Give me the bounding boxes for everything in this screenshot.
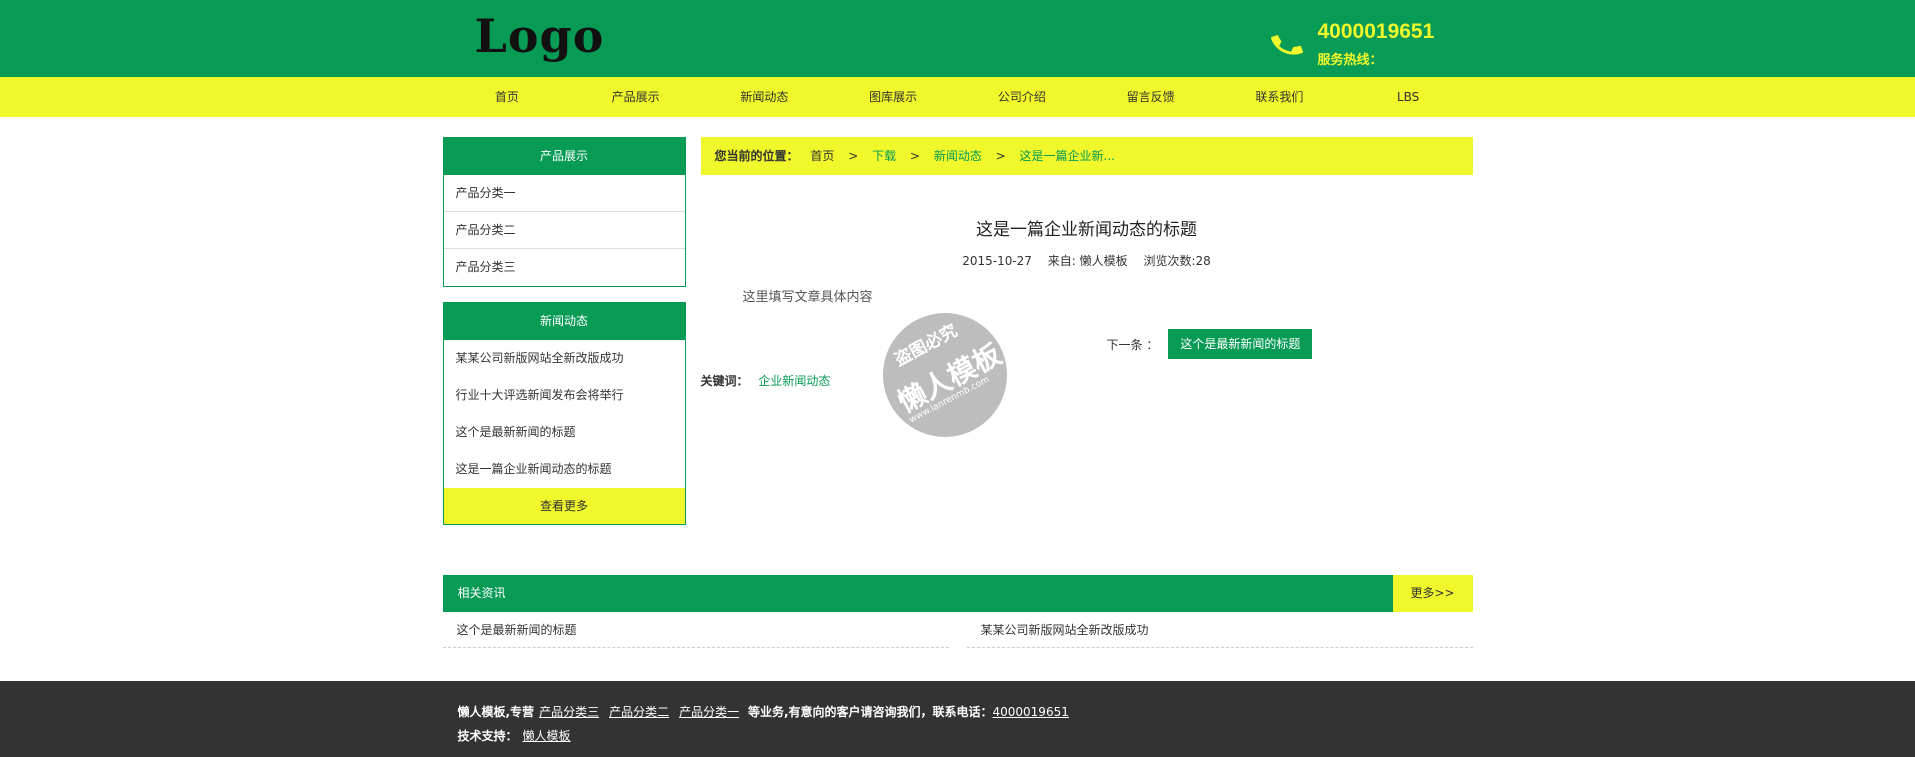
sidebar-news-title[interactable]: 新闻动态 — [443, 303, 685, 340]
sidebar-news-item[interactable]: 这个是最新新闻的标题 — [444, 414, 685, 451]
footer-support-link[interactable]: 懒人模板 — [523, 729, 571, 743]
related-news-item[interactable]: 某某公司新版网站全新改版成功 — [966, 612, 1473, 648]
sidebar-news-item[interactable]: 行业十大评选新闻发布会将举行 — [444, 377, 685, 414]
nav-item-products[interactable]: 产品展示 — [571, 77, 700, 117]
related-news-bar: 相关资讯 更多>> — [442, 575, 1473, 612]
footer-line2: 技术支持： 懒人模板 — [458, 724, 1473, 748]
footer-support-label: 技术支持： — [457, 729, 518, 743]
nav-item-lbs[interactable]: LBS — [1344, 77, 1473, 117]
phone-icon — [1270, 35, 1303, 55]
breadcrumb-separator: > — [848, 149, 859, 163]
site-footer: 懒人模板,专营 产品分类三 产品分类二 产品分类一 等业务,有意向的客户请咨询我们，联… — [0, 681, 1915, 757]
article-title: 这是一篇企业新闻动态的标题 — [976, 220, 1197, 240]
sidebar-products: 产品展示 产品分类一 产品分类二 产品分类三 — [442, 137, 686, 287]
keywords-label: 关键词： — [700, 374, 749, 388]
breadcrumb-home[interactable]: 首页 — [810, 149, 834, 163]
related-news-item[interactable]: 这个是最新新闻的标题 — [442, 612, 949, 648]
keyword-link[interactable]: 企业新闻动态 — [758, 374, 830, 388]
nav-item-contact[interactable]: 联系我们 — [1215, 77, 1344, 117]
related-news-list: 这个是最新新闻的标题 某某公司新版网站全新改版成功 — [442, 612, 1473, 648]
watermark-seal: 盗图必究 懒人模板 www.lanrenmb.com — [882, 313, 1007, 437]
sidebar-product-item[interactable]: 产品分类一 — [443, 175, 685, 212]
sidebar-news-item[interactable]: 某某公司新版网站全新改版成功 — [444, 340, 685, 377]
article-views: 浏览次数:28 — [1143, 254, 1211, 268]
nav-item-gallery[interactable]: 图库展示 — [829, 77, 958, 117]
breadcrumb-label: 您当前的位置： — [714, 149, 799, 163]
footer-link[interactable]: 产品分类二 — [609, 705, 669, 719]
sidebar-news-item[interactable]: 这是一篇企业新闻动态的标题 — [444, 451, 685, 488]
related-news-title: 相关资讯 — [457, 586, 506, 600]
hotline-label: 服务热线： — [1317, 53, 1383, 68]
main-nav: 首页 产品展示 新闻动态 图库展示 公司介绍 留言反馈 联系我们 LBS — [0, 77, 1915, 117]
footer-phone[interactable]: 4000019651 — [993, 705, 1069, 719]
related-more-button[interactable]: 更多>> — [1392, 575, 1473, 612]
sidebar-product-item[interactable]: 产品分类三 — [444, 249, 685, 286]
article-source: 来自: 懒人模板 — [1047, 254, 1128, 268]
related-news: 相关资讯 更多>> 这个是最新新闻的标题 某某公司新版网站全新改版成功 — [442, 575, 1473, 648]
nav-item-feedback[interactable]: 留言反馈 — [1086, 77, 1215, 117]
article-meta: 2015-10-27 来自: 懒人模板 浏览次数:28 — [701, 252, 1473, 269]
footer-line1: 懒人模板,专营 产品分类三 产品分类二 产品分类一 等业务,有意向的客户请咨询我们，联… — [458, 700, 1473, 724]
breadcrumb-current[interactable]: 这是一篇企业新... — [1020, 149, 1115, 163]
breadcrumb-news[interactable]: 新闻动态 — [934, 149, 982, 163]
footer-link[interactable]: 产品分类一 — [679, 705, 739, 719]
site-header: Logo 4000019651 服务热线： — [0, 0, 1915, 77]
footer-prefix: 懒人模板,专营 — [457, 705, 535, 719]
sidebar-products-title[interactable]: 产品展示 — [443, 138, 685, 175]
footer-suffix: 等业务,有意向的客户请咨询我们，联系电话： — [747, 705, 993, 719]
main-container: 产品展示 产品分类一 产品分类二 产品分类三 新闻动态 某某公司新版网站全新改版… — [442, 117, 1473, 670]
hotline-number: 4000019651 — [1317, 20, 1435, 43]
sidebar-news: 新闻动态 某某公司新版网站全新改版成功 行业十大评选新闻发布会将举行 这个是最新… — [442, 302, 686, 525]
logo[interactable]: Logo — [475, 9, 605, 63]
keywords: 关键词： 企业新闻动态 — [701, 372, 831, 389]
footer-link[interactable]: 产品分类三 — [539, 705, 599, 719]
nav-item-about[interactable]: 公司介绍 — [958, 77, 1087, 117]
breadcrumb: 您当前的位置： 首页 > 下载 > 新闻动态 > 这是一篇企业新... — [700, 137, 1473, 175]
breadcrumb-separator: > — [909, 149, 920, 163]
nav-item-home[interactable]: 首页 — [443, 77, 572, 117]
breadcrumb-download[interactable]: 下载 — [872, 149, 896, 163]
sidebar-product-item[interactable]: 产品分类二 — [443, 212, 685, 249]
article-date: 2015-10-27 — [962, 254, 1032, 268]
next-article-label: 下一条 ： — [1106, 337, 1159, 352]
breadcrumb-separator: > — [995, 149, 1006, 163]
article-body: 这里填写文章具体内容 — [742, 290, 873, 305]
next-article: 下一条 ： 这个是最新新闻的标题 — [1107, 329, 1313, 359]
nav-item-news[interactable]: 新闻动态 — [700, 77, 829, 117]
next-article-link[interactable]: 这个是最新新闻的标题 — [1168, 329, 1313, 359]
view-more-button[interactable]: 查看更多 — [443, 488, 685, 524]
